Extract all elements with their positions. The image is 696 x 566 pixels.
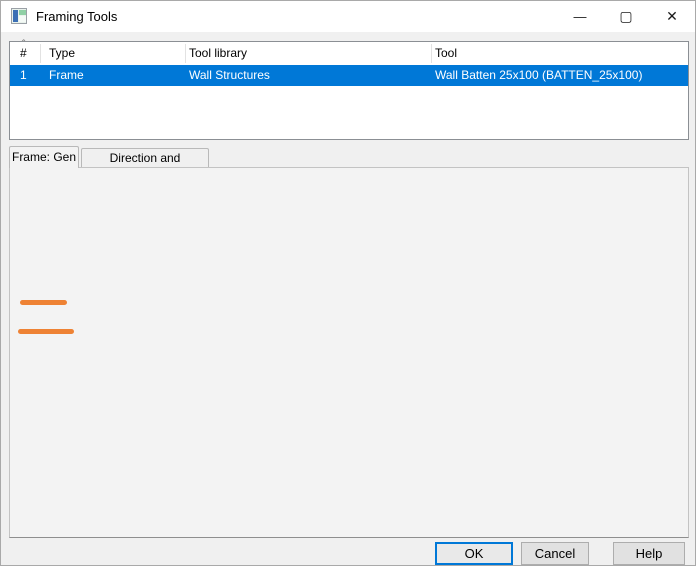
column-header-tool-library[interactable]: Tool library [189, 42, 247, 65]
ok-button[interactable]: OK [435, 542, 513, 565]
close-button[interactable]: ✕ [649, 1, 695, 32]
maximize-button[interactable]: ▢ [603, 1, 649, 32]
tab-frame-gen[interactable]: Frame: Gen [9, 146, 79, 168]
column-header-type[interactable]: Type [49, 42, 75, 65]
row-cell-num: 1 [20, 65, 27, 86]
framing-tools-app-icon [11, 8, 27, 24]
minimize-icon: — [574, 9, 587, 24]
close-icon: ✕ [666, 8, 678, 24]
tool-list-header: ˆ # Type Tool library Tool [10, 42, 688, 65]
column-header-tool[interactable]: Tool [435, 42, 457, 65]
row-cell-type: Frame [49, 65, 84, 86]
frame-gen-panel [9, 167, 689, 538]
row-cell-library: Wall Structures [189, 65, 270, 86]
tool-list[interactable]: ˆ # Type Tool library Tool 1 Frame Wall … [9, 41, 689, 140]
titlebar: Framing Tools — ▢ ✕ [1, 1, 695, 32]
row-cell-tool: Wall Batten 25x100 (BATTEN_25x100) [435, 65, 642, 86]
cancel-button[interactable]: Cancel [521, 542, 589, 565]
table-row-selected[interactable]: 1 Frame Wall Structures Wall Batten 25x1… [10, 65, 688, 86]
minimize-button[interactable]: — [557, 1, 603, 32]
framing-tools-dialog: Framing Tools — ▢ ✕ ˆ # Type Tool librar… [0, 0, 696, 566]
window-title: Framing Tools [36, 1, 117, 32]
help-button[interactable]: Help [613, 542, 685, 565]
column-divider [431, 44, 432, 63]
annotation-underline-side-piece [20, 300, 67, 305]
maximize-icon: ▢ [619, 8, 632, 24]
annotation-underline-header-piece [18, 329, 74, 334]
column-header-num[interactable]: # [20, 42, 27, 65]
tab-direction-and-alignment[interactable]: Direction and Alignment [81, 148, 209, 168]
column-divider [185, 44, 186, 63]
column-divider [40, 44, 41, 63]
